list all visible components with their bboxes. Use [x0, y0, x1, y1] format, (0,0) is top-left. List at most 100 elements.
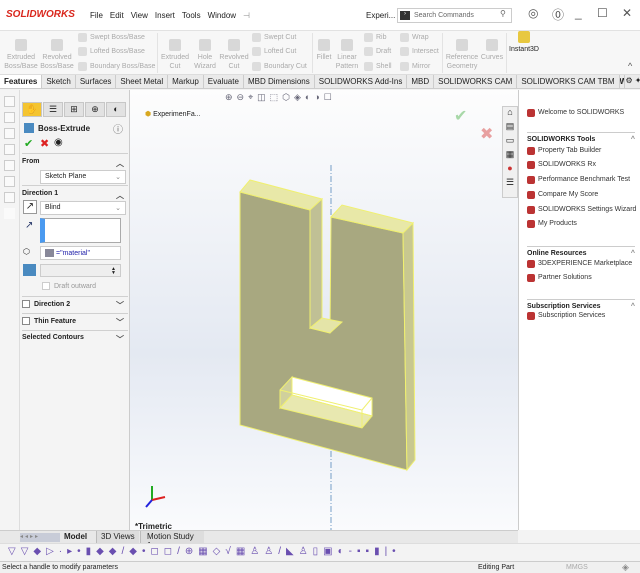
online-resources-header[interactable]: Online Resources ^ [527, 246, 635, 257]
curves-button[interactable]: Curves [480, 39, 504, 62]
view-palette-icon[interactable]: ▦ [503, 149, 517, 163]
custom-properties-icon[interactable]: ☰ [503, 177, 517, 191]
tab-mbd-dimensions[interactable]: MBD Dimensions [244, 75, 315, 88]
draft-button[interactable]: Draft [364, 47, 391, 56]
preview-eye-icon[interactable]: ◉ [54, 137, 63, 148]
tab-cam-tbm[interactable]: SOLIDWORKS CAM TBM [517, 75, 620, 88]
tab-surfaces[interactable]: Surfaces [76, 75, 117, 88]
tab-motion-study[interactable]: Motion Study 1 [140, 531, 204, 550]
filter-icons[interactable]: ▽▽◆▷·▸•▮◆◆/◆•◻◻/⊕▦◇√▦♙♙/◣♙▯▣◐-▪▪▮|• [8, 546, 401, 557]
reverse-direction-button[interactable]: ↗ [23, 200, 37, 214]
collapse-icon[interactable]: ︿ [116, 190, 124, 201]
units-selector[interactable]: MMGS [566, 564, 588, 571]
draft-angle-input[interactable]: ▲ ▼ [40, 264, 121, 277]
fillet-button[interactable]: Fillet [314, 39, 334, 62]
intersect-button[interactable]: Intersect [400, 47, 439, 56]
tab-model[interactable]: Model [64, 532, 87, 541]
cancel-button[interactable]: ✖ [40, 137, 49, 150]
draft-on-off-button[interactable] [23, 264, 36, 276]
lofted-cut-button[interactable]: Lofted Cut [252, 47, 296, 56]
tab-markup[interactable]: Markup [168, 75, 204, 88]
wrap-button[interactable]: Wrap [400, 33, 429, 42]
menu-window[interactable]: Window [208, 11, 236, 20]
tab-features[interactable]: Features [0, 75, 43, 88]
lofted-boss-button[interactable]: Lofted Boss/Base [78, 47, 145, 56]
tab-evaluate[interactable]: Evaluate [204, 75, 244, 88]
pin-icon[interactable]: ✦ [634, 75, 640, 88]
revolved-cut-button[interactable]: Revolved Cut [219, 39, 249, 71]
tab-3d-views[interactable]: 3D Views [96, 531, 139, 543]
home-icon[interactable]: ⌂ [503, 107, 517, 121]
options-icon[interactable]: ⚙ [625, 75, 634, 88]
my-products-link[interactable]: My Products [527, 220, 577, 228]
tab-sketch[interactable]: Sketch [42, 75, 76, 88]
tab-scroll-arrows[interactable]: ◂◂▸▸ [20, 533, 60, 542]
extruded-boss-button[interactable]: Extruded Boss/Base [4, 39, 38, 71]
linear-pattern-button[interactable]: Linear Pattern [334, 39, 360, 71]
display-tab[interactable]: ◐ [106, 102, 126, 117]
part-model[interactable] [130, 90, 518, 530]
ok-button[interactable]: ✔ [24, 137, 33, 150]
mirror-button[interactable]: Mirror [400, 62, 430, 71]
file-explorer-icon[interactable]: ▭ [503, 135, 517, 149]
menu-tools[interactable]: Tools [182, 11, 201, 20]
minimize-button[interactable]: _ [575, 6, 582, 20]
shell-button[interactable]: Shell [364, 62, 392, 71]
hole-wizard-button[interactable]: Hole Wizard [191, 39, 219, 71]
graphics-viewport[interactable]: ⬢ ExperimenFa... ⊕⊖⌖◫⬚⬡◈◐◑☐ ✔ ✖ *Trimetr… [130, 90, 518, 531]
text-tool-icon[interactable] [4, 160, 15, 171]
welcome-link[interactable]: Welcome to SOLIDWORKS [527, 109, 624, 117]
design-library-icon[interactable]: ▤ [503, 121, 517, 135]
extruded-cut-button[interactable]: Extruded Cut [160, 39, 190, 71]
link-icon[interactable] [4, 208, 15, 219]
feature-tree-tab[interactable]: ✋ [22, 102, 42, 117]
solidworks-rx-link[interactable]: SOLIDWORKS Rx [527, 161, 596, 169]
configuration-tab[interactable]: ⊞ [64, 102, 84, 117]
property-tab-builder-link[interactable]: Property Tab Builder [527, 147, 601, 155]
instant3d-button[interactable]: Instant3D [507, 31, 541, 54]
settings-wizard-link[interactable]: SOLIDWORKS Settings Wizard [527, 206, 636, 214]
maximize-button[interactable]: ☐ [597, 6, 608, 20]
subscription-services-link[interactable]: Subscription Services [527, 312, 605, 320]
tab-cam[interactable]: SOLIDWORKS CAM [434, 75, 518, 88]
help-icon[interactable]: ⓪ [552, 6, 564, 23]
thin-feature-section[interactable]: Thin Feature ﹀ [22, 317, 128, 327]
user-icon[interactable]: ◎ [528, 6, 538, 20]
benchmark-link[interactable]: Performance Benchmark Test [527, 176, 630, 184]
property-manager-tab[interactable]: ☰ [43, 102, 63, 117]
text-tool-icon[interactable] [4, 112, 15, 123]
draft-outward-checkbox[interactable]: Draft outward [42, 282, 96, 290]
dimxpert-tab[interactable]: ⊕ [85, 102, 105, 117]
tab-mbd[interactable]: MBD [407, 75, 435, 88]
subscription-header[interactable]: Subscription Services ^ [527, 299, 635, 310]
close-button[interactable]: ✕ [622, 6, 632, 20]
direction-selection-box[interactable] [40, 218, 121, 243]
end-condition-dropdown[interactable]: Blind ⌄ [40, 201, 126, 215]
boundary-cut-button[interactable]: Boundary Cut [252, 62, 307, 71]
partner-solutions-link[interactable]: Partner Solutions [527, 274, 592, 282]
tab-sheet-metal[interactable]: Sheet Metal [116, 75, 169, 88]
boundary-boss-button[interactable]: Boundary Boss/Base [78, 62, 155, 71]
tools-section-header[interactable]: SOLIDWORKS Tools ^ [527, 132, 635, 143]
marketplace-link[interactable]: 3DEXPERIENCE Marketplace [527, 260, 632, 268]
collapse-ribbon-icon[interactable]: ^ [628, 61, 632, 71]
appearances-icon[interactable]: ● [503, 163, 517, 177]
text-tool-icon[interactable] [4, 192, 15, 203]
compare-score-link[interactable]: Compare My Score [527, 191, 598, 199]
swept-cut-button[interactable]: Swept Cut [252, 33, 296, 42]
selection-filter-toolbar[interactable]: ▽▽◆▷·▸•▮◆◆/◆•◻◻/⊕▦◇√▦♙♙/◣♙▯▣◐-▪▪▮|• [0, 543, 640, 561]
menu-insert[interactable]: Insert [155, 11, 175, 20]
menu-file[interactable]: File [90, 11, 103, 20]
tab-addins[interactable]: SOLIDWORKS Add-Ins [315, 75, 408, 88]
text-tool-icon[interactable] [4, 128, 15, 139]
reference-geometry-button[interactable]: Reference Geometry [444, 39, 480, 71]
rib-button[interactable]: Rib [364, 33, 387, 42]
help-icon[interactable]: ⓘ [113, 121, 123, 136]
menu-edit[interactable]: Edit [110, 11, 124, 20]
text-tool-icon[interactable] [4, 176, 15, 187]
search-input[interactable]: › Search Commands [397, 8, 512, 23]
customize-icon[interactable]: ◈ [622, 562, 629, 573]
pin-icon[interactable]: ⊣ [243, 11, 250, 20]
text-tool-icon[interactable] [4, 96, 15, 107]
depth-input[interactable]: ="material" [40, 246, 121, 260]
